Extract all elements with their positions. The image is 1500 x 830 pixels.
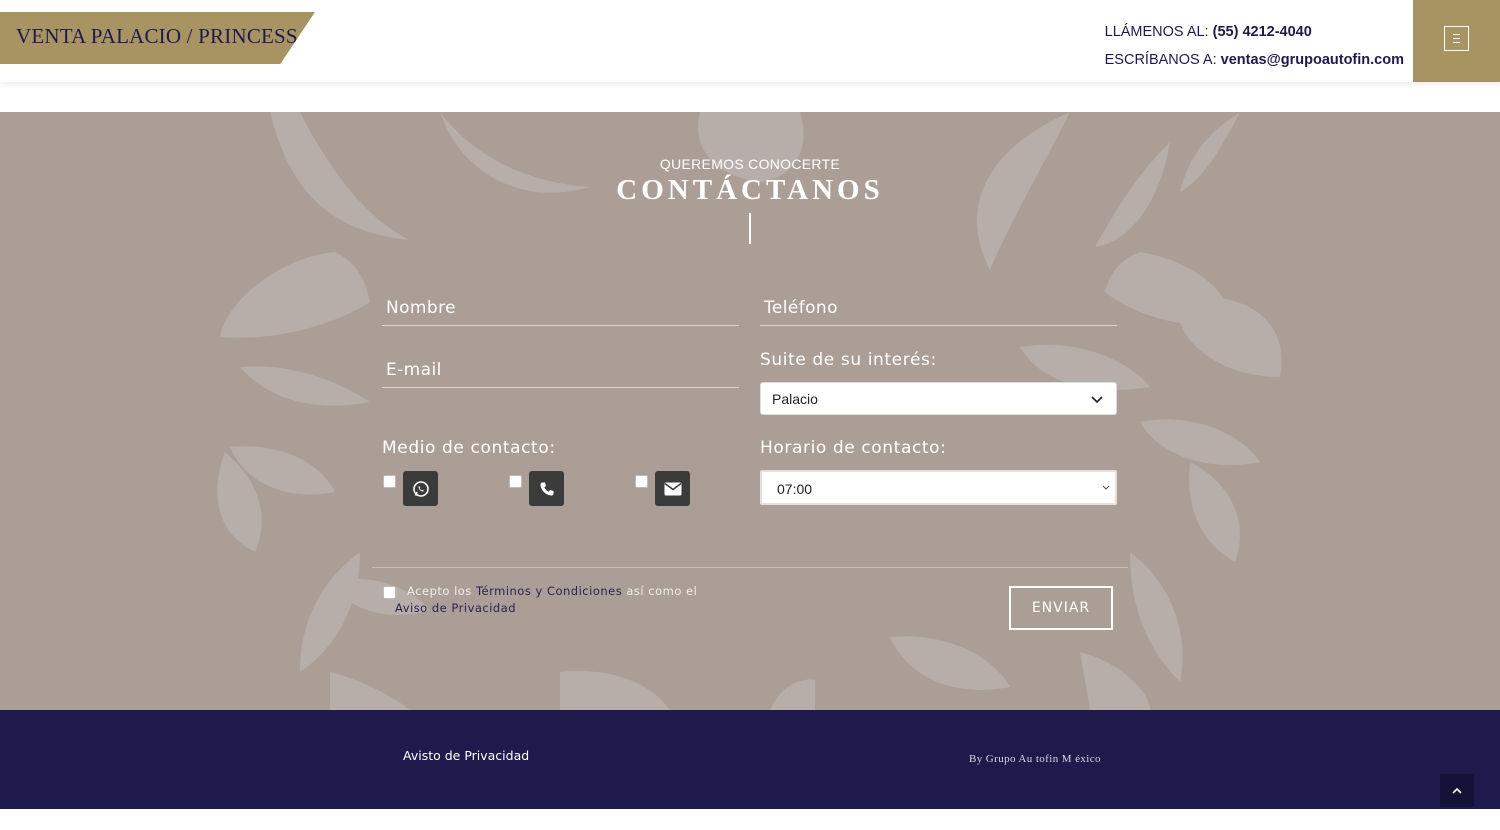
terms-middle: así como el <box>626 584 698 598</box>
contact-section: QUEREMOS CONOCERTE CONTÁCTANOS Suite de … <box>0 112 1500 710</box>
footer-privacy-link[interactable]: Avisto de Privacidad <box>403 748 529 763</box>
schedule-label: Horario de contacto: <box>760 438 947 458</box>
footer-credit: By Grupo Au tofin M éxico <box>969 753 1101 765</box>
envelope-icon <box>655 471 690 506</box>
section-kicker: QUEREMOS CONOCERTE <box>659 156 841 172</box>
section-title: CONTÁCTANOS <box>616 174 884 206</box>
terms-link[interactable]: Términos y Condiciones <box>476 584 622 598</box>
scroll-to-top-button[interactable] <box>1440 774 1474 807</box>
email-checkbox[interactable] <box>635 475 648 488</box>
whatsapp-checkbox[interactable] <box>383 475 396 488</box>
name-field <box>382 290 739 326</box>
brand-banner[interactable]: VENTA PALACIO / PRINCESS <box>0 12 315 64</box>
header-contact-info: LLÁMENOS AL: (55) 4212-4040 ESCRÍBANOS A… <box>1105 18 1404 74</box>
schedule-select[interactable]: 07:00 <box>760 470 1117 505</box>
terms-text: Acepto los Términos y Condiciones así co… <box>395 583 725 617</box>
site-footer: Avisto de Privacidad By Grupo Au tofin M… <box>0 710 1500 809</box>
email-address[interactable]: ventas@grupoautofin.com <box>1221 52 1404 68</box>
whatsapp-icon <box>403 471 438 506</box>
site-header: VENTA PALACIO / PRINCESS LLÁMENOS AL: (5… <box>0 0 1500 82</box>
chevron-up-icon <box>1452 787 1462 794</box>
form-divider <box>372 567 1128 568</box>
phone-line: LLÁMENOS AL: (55) 4212-4040 <box>1105 18 1404 46</box>
brand-title: VENTA PALACIO / PRINCESS <box>16 24 298 48</box>
email-line: ESCRÍBANOS A: ventas@grupoautofin.com <box>1105 46 1404 74</box>
suite-selected-value: Palacio <box>772 391 818 407</box>
terms-prefix: Acepto los <box>407 584 472 598</box>
phone-label: LLÁMENOS AL: <box>1104 24 1209 40</box>
menu-button[interactable] <box>1413 0 1500 82</box>
schedule-selected-value: 07:00 <box>777 481 813 497</box>
phone-number[interactable]: (55) 4212-4040 <box>1213 24 1312 40</box>
email-label: ESCRÍBANOS A: <box>1104 52 1217 68</box>
suite-label: Suite de su interés: <box>760 350 937 370</box>
phone-icon <box>529 471 564 506</box>
menu-icon <box>1444 26 1469 51</box>
phone-field <box>760 290 1117 326</box>
suite-select[interactable]: Palacio <box>760 382 1117 415</box>
email-field <box>382 352 739 388</box>
chevron-down-icon <box>1091 396 1103 404</box>
name-input[interactable] <box>382 290 739 325</box>
send-button[interactable]: ENVIAR <box>1009 586 1113 630</box>
phone-input[interactable] <box>760 290 1117 325</box>
phone-checkbox[interactable] <box>509 475 522 488</box>
privacy-link[interactable]: Aviso de Privacidad <box>395 601 516 615</box>
title-divider <box>749 213 751 244</box>
chevron-down-icon <box>1102 485 1110 490</box>
email-input[interactable] <box>382 352 739 387</box>
contact-medium-label: Medio de contacto: <box>382 438 556 458</box>
